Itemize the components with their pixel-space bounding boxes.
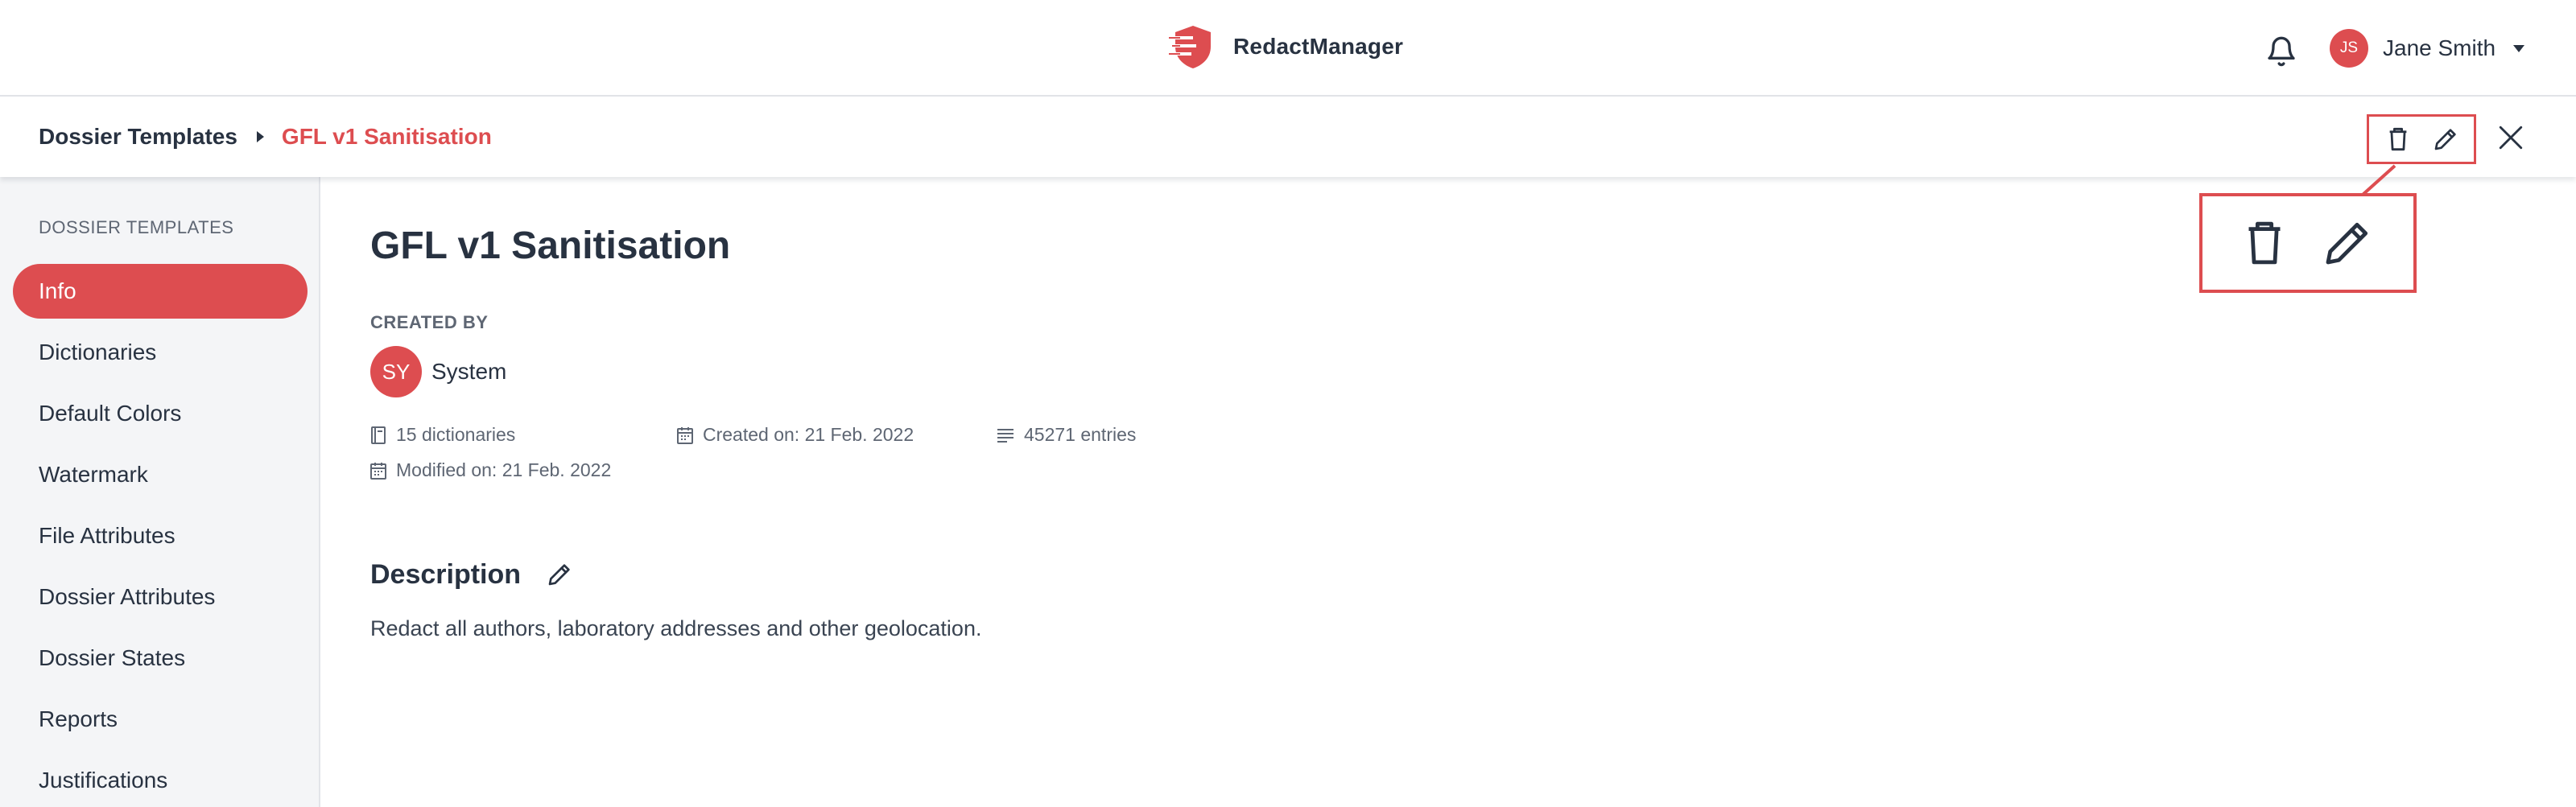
calendar-icon bbox=[677, 426, 693, 444]
pencil-icon bbox=[2434, 129, 2456, 150]
trash-icon bbox=[2248, 221, 2280, 265]
avatar: SY bbox=[370, 346, 422, 397]
app-name: RedactManager bbox=[1233, 34, 1404, 59]
calendar-icon bbox=[370, 462, 386, 480]
pencil-icon bbox=[2326, 222, 2368, 265]
caret-down-icon bbox=[2513, 44, 2525, 52]
top-bar: RedactManager JS Jane Smith bbox=[0, 0, 2576, 97]
breadcrumb-current[interactable]: GFL v1 Sanitisation bbox=[282, 124, 492, 150]
stat-dictionaries: 15 dictionaries bbox=[370, 424, 515, 446]
creator: SY System bbox=[370, 346, 506, 397]
caret-right-icon bbox=[256, 131, 264, 142]
actions-zoom-callout bbox=[2199, 193, 2417, 293]
description-section: Description bbox=[370, 558, 576, 591]
sidebar-item-dictionaries[interactable]: Dictionaries bbox=[13, 325, 308, 380]
stat-created-on: Created on: 21 Feb. 2022 bbox=[677, 424, 914, 446]
dictionaries-count: 15 dictionaries bbox=[396, 424, 516, 445]
user-menu[interactable]: JS Jane Smith bbox=[2330, 27, 2525, 69]
edit-description-button[interactable] bbox=[543, 558, 576, 591]
close-button[interactable] bbox=[2491, 117, 2531, 158]
sidebar-item-dossier-attributes[interactable]: Dossier Attributes bbox=[13, 570, 308, 624]
sidebar-title: DOSSIER TEMPLATES bbox=[39, 217, 234, 237]
entries-count: 45271 entries bbox=[1024, 424, 1137, 445]
sidebar-nav: Info Dictionaries Default Colors Waterma… bbox=[13, 264, 308, 807]
user-name: Jane Smith bbox=[2383, 35, 2496, 60]
callout-connector bbox=[2361, 164, 2396, 196]
template-actions bbox=[2367, 114, 2476, 164]
sidebar-item-reports[interactable]: Reports bbox=[13, 692, 308, 747]
sidebar-item-default-colors[interactable]: Default Colors bbox=[13, 386, 308, 441]
edit-button[interactable] bbox=[2426, 120, 2465, 159]
sidebar-item-info[interactable]: Info bbox=[13, 264, 308, 319]
delete-button[interactable] bbox=[2379, 120, 2417, 159]
modified-on: Modified on: 21 Feb. 2022 bbox=[396, 459, 612, 480]
page-title: GFL v1 Sanitisation bbox=[370, 224, 731, 267]
sidebar-item-watermark[interactable]: Watermark bbox=[13, 447, 308, 502]
sidebar-item-file-attributes[interactable]: File Attributes bbox=[13, 508, 308, 563]
book-icon bbox=[371, 426, 386, 444]
breadcrumb: Dossier Templates GFL v1 Sanitisation bbox=[39, 121, 492, 153]
sidebar: DOSSIER TEMPLATES Info Dictionaries Defa… bbox=[0, 177, 320, 807]
breadcrumb-bar: Dossier Templates GFL v1 Sanitisation bbox=[0, 97, 2576, 177]
close-icon bbox=[2499, 126, 2523, 150]
user-avatar: JS bbox=[2330, 29, 2368, 68]
description-text: Redact all authors, laboratory addresses… bbox=[370, 616, 982, 640]
stat-entries: 45271 entries bbox=[997, 424, 1136, 446]
stat-modified-on: Modified on: 21 Feb. 2022 bbox=[370, 459, 611, 481]
trash-icon bbox=[2389, 127, 2406, 151]
sidebar-item-justifications[interactable]: Justifications bbox=[13, 753, 308, 807]
bell-icon bbox=[2268, 36, 2295, 67]
created-on: Created on: 21 Feb. 2022 bbox=[703, 424, 914, 445]
shield-logo-icon bbox=[1169, 26, 1211, 68]
created-by-label: CREATED BY bbox=[370, 312, 489, 332]
brand[interactable]: RedactManager bbox=[1169, 21, 1403, 72]
description-heading: Description bbox=[370, 558, 522, 590]
notifications-button[interactable] bbox=[2265, 35, 2297, 68]
pencil-icon bbox=[548, 564, 570, 586]
creator-name: System bbox=[431, 359, 507, 384]
sidebar-item-dossier-states[interactable]: Dossier States bbox=[13, 631, 308, 686]
breadcrumb-root[interactable]: Dossier Templates bbox=[39, 124, 237, 150]
list-icon bbox=[997, 428, 1013, 443]
